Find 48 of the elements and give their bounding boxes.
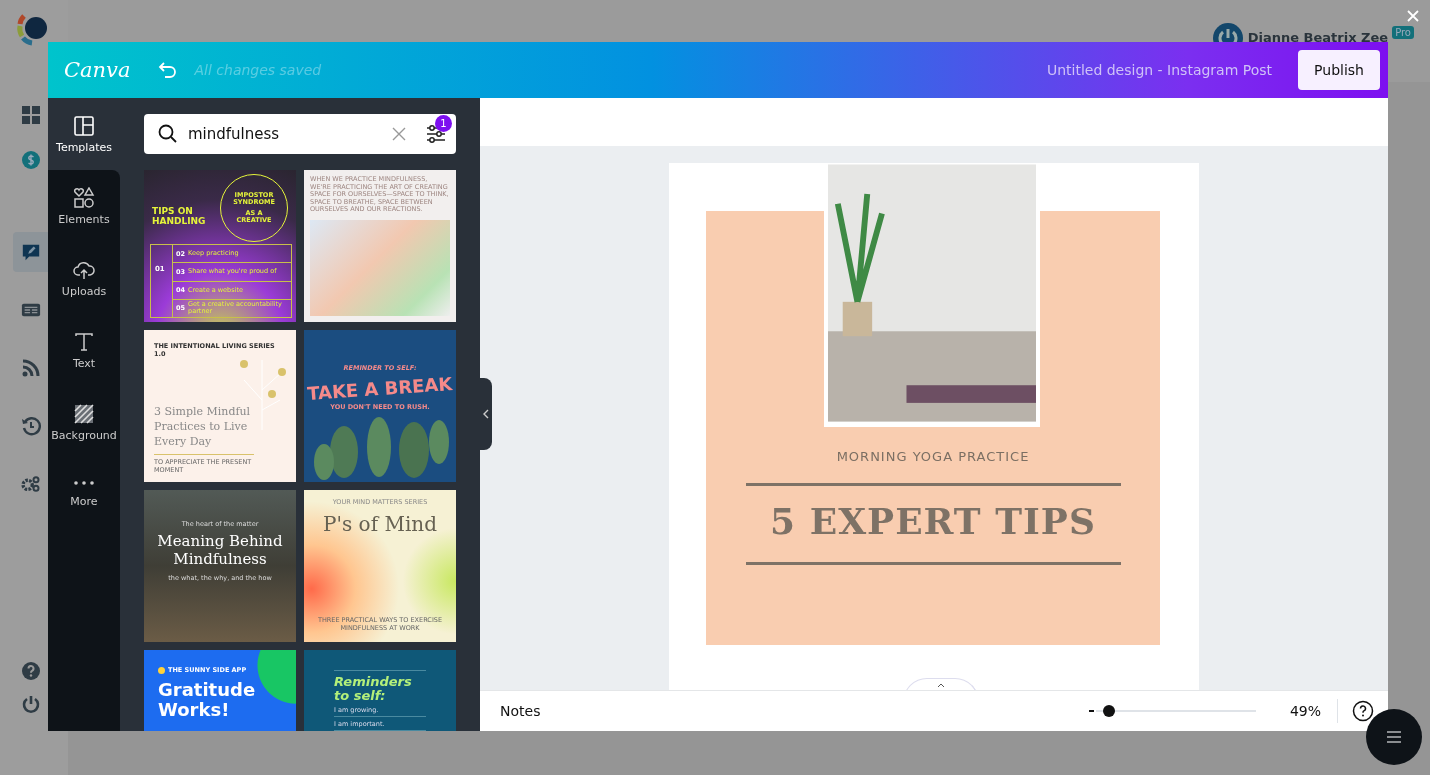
design-title[interactable]: Untitled design - Instagram Post	[1046, 62, 1273, 78]
user-name[interactable]: Dianne Beatrix Zee	[1247, 30, 1389, 45]
help-icon[interactable]	[1352, 700, 1374, 722]
search-field[interactable]: mindfulness 1	[144, 114, 456, 154]
gears-icon	[20, 474, 41, 494]
dollar-icon	[20, 150, 41, 170]
template-title: TIPS ON HANDLING	[152, 206, 207, 226]
slider-thumb[interactable]	[1102, 705, 1115, 717]
search-icon	[158, 124, 178, 144]
editor-rail-button[interactable]	[13, 232, 48, 272]
template-title: P's of Mind	[323, 512, 437, 536]
close-icon[interactable]	[1406, 9, 1420, 23]
menu-icon	[1386, 730, 1402, 744]
sidebar-tab[interactable]: Background	[48, 386, 120, 458]
template-title: Meaning Behind Mindfulness	[156, 532, 284, 568]
notes-link[interactable]: Notes	[500, 703, 541, 719]
undo-icon[interactable]	[156, 62, 177, 78]
power-icon	[20, 694, 41, 714]
collapse-handle[interactable]	[480, 378, 492, 450]
clear-icon[interactable]	[392, 127, 406, 141]
shapes-icon	[73, 186, 95, 209]
template-title: Gratitude Works!	[158, 680, 257, 720]
chevron-left-icon	[483, 409, 489, 419]
template-title: 3 Simple Mindful Practices to Live Every Day	[154, 404, 252, 449]
filter-count-badge: 1	[435, 115, 452, 132]
edit-icon	[20, 242, 41, 262]
sidebar-tab[interactable]: Uploads	[48, 242, 120, 314]
layout-icon	[73, 114, 95, 137]
rss-icon	[20, 358, 41, 378]
template-title: Reminders to self:	[334, 670, 426, 703]
sidebar-tab[interactable]: More	[48, 458, 120, 530]
grid-icon	[20, 105, 41, 125]
menu-button[interactable]	[1366, 709, 1422, 765]
text-icon	[73, 330, 95, 353]
sidebar-tab[interactable]: Elements	[48, 170, 120, 242]
history-icon	[20, 416, 41, 436]
save-status: All changes saved	[194, 62, 322, 78]
plan-badge: Pro	[1392, 26, 1414, 39]
template-title: TAKE A BREAK	[306, 372, 454, 405]
zoom-percent[interactable]: 49%	[1289, 703, 1321, 719]
search-query: mindfulness	[188, 125, 281, 143]
help-icon	[20, 661, 41, 681]
sun-dot-icon	[158, 666, 165, 674]
more-icon	[74, 480, 94, 485]
publish-button[interactable]: Publish	[1298, 50, 1380, 90]
sidebar-tab[interactable]: Text	[48, 314, 120, 386]
hatch-icon	[73, 402, 95, 425]
caret-up-icon	[937, 683, 945, 688]
